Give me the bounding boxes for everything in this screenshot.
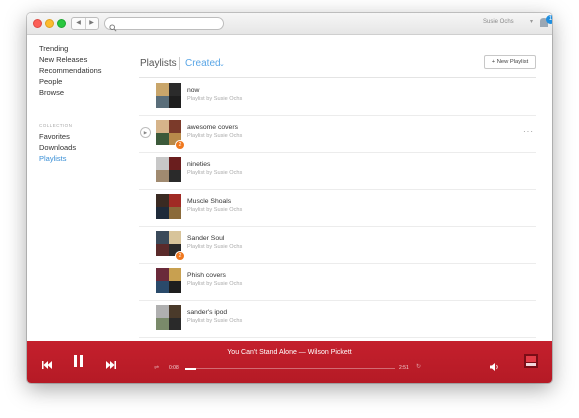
user-menu-name[interactable]: Susie Ochs (483, 19, 514, 25)
elapsed-time: 0:08 (169, 365, 179, 371)
forward-button[interactable]: ▶ (85, 18, 98, 29)
playlist-row[interactable]: Phish covers Playlist by Susie Ochs (139, 263, 536, 301)
playlist-name[interactable]: now (187, 87, 199, 94)
new-playlist-button[interactable]: + New Playlist (484, 55, 536, 69)
chevron-down-icon[interactable]: ⌄ (219, 60, 225, 68)
playlist-count-badge: 2 (175, 251, 185, 261)
back-button[interactable]: ◀ (72, 18, 86, 29)
zoom-window-button[interactable] (57, 19, 66, 28)
main-content: Playlists Created ⌄ + New Playlist now Pl… (139, 35, 552, 341)
pause-icon[interactable] (74, 354, 83, 372)
playlist-owner: Playlist by Susie Ochs (187, 96, 243, 102)
progress-fill (185, 367, 196, 370)
sidebar-item-downloads[interactable]: Downloads (39, 143, 76, 152)
volume-icon[interactable] (490, 358, 500, 376)
playlist-count-badge: 2 (175, 140, 185, 150)
history-nav: ◀ ▶ (71, 17, 99, 30)
sort-dropdown[interactable]: Created (185, 58, 221, 69)
playlist-name[interactable]: awesome covers (187, 124, 238, 131)
sidebar-item-people[interactable]: People (39, 77, 62, 86)
progress-bar[interactable] (185, 367, 395, 370)
playlist-owner: Playlist by Susie Ochs (187, 133, 243, 139)
page-title: Playlists (140, 58, 177, 69)
user-menu-chevron-icon[interactable]: ▾ (530, 18, 533, 25)
player-bar: You Can't Stand Alone — Wilson Pickett ⇌… (27, 341, 552, 383)
playlist-owner: Playlist by Susie Ochs (187, 207, 243, 213)
sidebar-item-browse[interactable]: Browse (39, 88, 64, 97)
minimize-window-button[interactable] (45, 19, 54, 28)
playlist-row[interactable]: 2 Sander Soul Playlist by Susie Ochs (139, 226, 536, 264)
shuffle-icon[interactable]: ⇌ (154, 364, 159, 371)
playlist-name[interactable]: Sander Soul (187, 235, 224, 242)
close-window-button[interactable] (33, 19, 42, 28)
sidebar-item-new-releases[interactable]: New Releases (39, 55, 87, 64)
playlist-artwork[interactable] (156, 83, 181, 108)
sidebar: Trending New Releases Recommendations Pe… (27, 35, 139, 341)
playlist-owner: Playlist by Susie Ochs (187, 170, 243, 176)
notification-count-badge[interactable]: 1 (546, 15, 552, 24)
next-track-icon[interactable] (106, 356, 116, 374)
playlist-artwork[interactable] (156, 268, 181, 293)
playlist-row[interactable]: now Playlist by Susie Ochs (139, 78, 536, 116)
sidebar-item-playlists[interactable]: Playlists (39, 154, 67, 163)
playlist-artwork[interactable] (156, 305, 181, 330)
playlist-row[interactable]: nineties Playlist by Susie Ochs (139, 152, 536, 190)
title-bar: ◀ ▶ Susie Ochs ▾ 1 (27, 13, 552, 35)
playlist-name[interactable]: Muscle Shoals (187, 198, 231, 205)
more-options-icon[interactable]: ··· (523, 127, 534, 136)
playlist-row[interactable]: sander's ipod Playlist by Susie Ochs (139, 300, 536, 338)
playlist-row[interactable]: 2 awesome covers Playlist by Susie Ochs ▶ ··… (139, 115, 536, 153)
app-window: ◀ ▶ Susie Ochs ▾ 1 Trending New Releases… (27, 13, 552, 383)
playlist-owner: Playlist by Susie Ochs (187, 281, 243, 287)
playlist-artwork[interactable] (156, 194, 181, 219)
playlist-name[interactable]: nineties (187, 161, 210, 168)
play-playlist-icon[interactable]: ▶ (140, 127, 151, 138)
playlist-artwork[interactable] (156, 157, 181, 182)
playlist-owner: Playlist by Susie Ochs (187, 244, 243, 250)
search-field[interactable] (104, 17, 224, 32)
playlist-row[interactable]: Muscle Shoals Playlist by Susie Ochs (139, 189, 536, 227)
sidebar-item-recommendations[interactable]: Recommendations (39, 66, 102, 75)
track-duration: 2:51 (399, 365, 409, 371)
title-divider (179, 57, 180, 70)
playlist-name[interactable]: sander's ipod (187, 309, 227, 316)
collection-header: COLLECTION (39, 123, 73, 128)
sidebar-item-trending[interactable]: Trending (39, 44, 68, 53)
playlist-owner: Playlist by Susie Ochs (187, 318, 243, 324)
sidebar-item-favorites[interactable]: Favorites (39, 132, 70, 141)
repeat-icon[interactable]: ↻ (416, 363, 421, 370)
now-playing-title: You Can't Stand Alone — Wilson Pickett (227, 349, 352, 356)
previous-track-icon[interactable] (42, 356, 52, 374)
playlist-name[interactable]: Phish covers (187, 272, 226, 279)
now-playing-artwork[interactable] (524, 354, 538, 368)
